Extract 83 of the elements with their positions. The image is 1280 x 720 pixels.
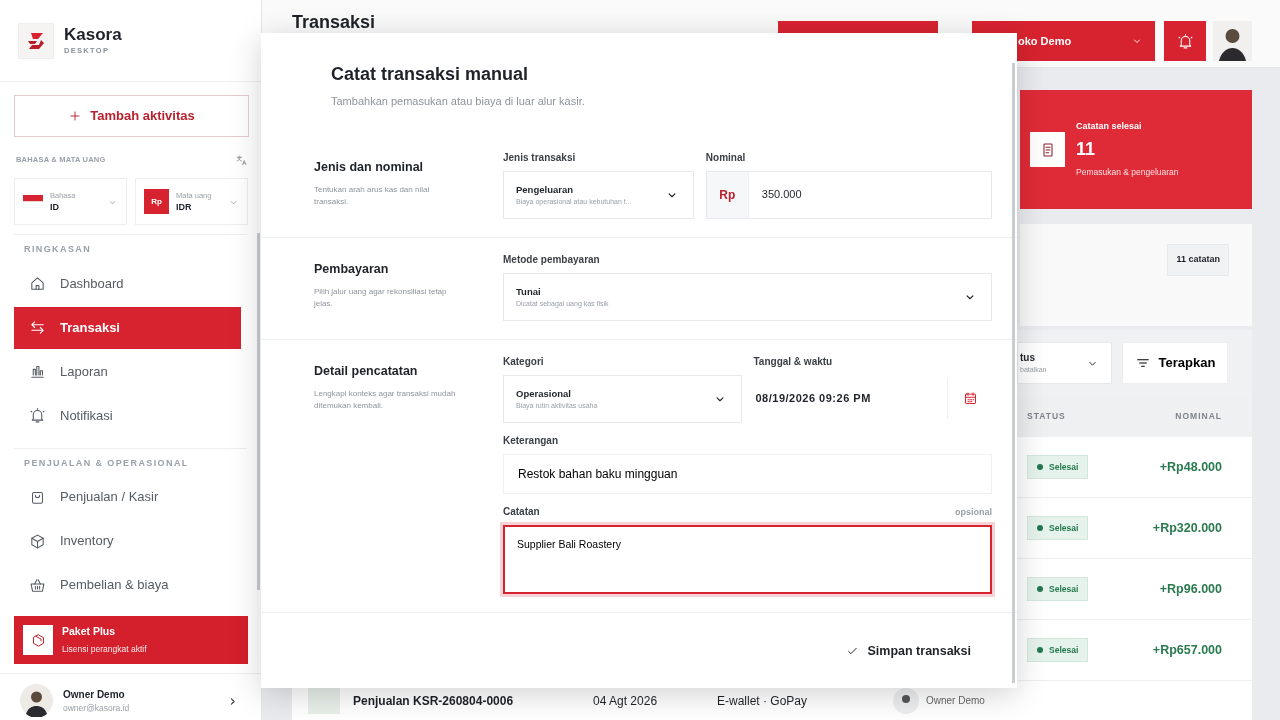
- translate-icon: [235, 154, 248, 168]
- bell-icon: [1176, 32, 1194, 50]
- field-label: Kategori: [503, 355, 544, 368]
- row-icon: [308, 687, 340, 714]
- status-badge: Selesai: [1027, 576, 1089, 602]
- date-cell-text: 04 Agt 2026: [593, 692, 659, 710]
- status-badge: Selesai: [1027, 454, 1089, 480]
- plan-subtitle: Lisensi perangkat aktif: [62, 643, 147, 656]
- plus-icon: [68, 109, 83, 123]
- basket-icon: [29, 576, 46, 594]
- field-label: Nominal: [705, 151, 746, 164]
- user-email: owner@kasora.id: [63, 701, 131, 715]
- dialog-subtitle: Tambahkan pemasukan atau biaya di luar alur kasir.: [331, 94, 586, 109]
- brand-name: Kasora: [64, 24, 122, 45]
- section-description: Pilih jalur uang agar rekonsiliasi tetap jelas.: [314, 286, 448, 311]
- apply-filter-button[interactable]: Terapkan: [1122, 342, 1228, 384]
- nav-item[interactable]: Penjualan / Kasir: [14, 476, 241, 518]
- record-count: 11 catatan: [1167, 244, 1229, 276]
- card-caption: Pemasukan & pengeluaran: [1076, 166, 1179, 180]
- swap-arrows-icon: [29, 319, 46, 336]
- user-avatar: [20, 684, 53, 717]
- home-icon: [29, 275, 46, 292]
- field-label: Tanggal & waktu: [753, 355, 833, 368]
- status-badge: Selesai: [1027, 515, 1089, 541]
- save-button[interactable]: Simpan transaksi: [840, 641, 977, 662]
- column-header: NOMINAL: [1174, 409, 1222, 423]
- amount-cell-text: +Rp48.000: [1158, 458, 1222, 476]
- nav-item[interactable]: Inventory: [14, 520, 241, 562]
- card-title: Catatan selesai: [1076, 119, 1143, 133]
- transaction-title: Penjualan KSR-260804-0006: [353, 692, 515, 710]
- add-activity-button[interactable]: Tambah aktivitas: [14, 95, 249, 137]
- bar-chart-icon: [29, 363, 46, 380]
- bell-icon: [29, 407, 46, 424]
- nav-item[interactable]: Notifikasi: [14, 394, 241, 437]
- section-description: Lengkapi konteks agar transaksi mudah ditemukan kembali.: [314, 388, 457, 413]
- owner-cell-text: Owner Demo: [926, 694, 985, 708]
- field-label: Jenis transaksi: [503, 151, 576, 164]
- logo-icon: [18, 22, 54, 59]
- amount-cell-text: +Rp96.000: [1158, 580, 1222, 598]
- amount-cell-text: +Rp320.000: [1151, 519, 1222, 537]
- select-value: ID: [50, 200, 60, 213]
- optional-label: opsional: [955, 505, 992, 518]
- note-field[interactable]: Supplier Bali Roastery: [503, 524, 992, 594]
- dialog-title: Catat transaksi manual: [331, 63, 530, 85]
- amount-field[interactable]: Rp 350.000: [705, 170, 992, 219]
- datetime-field[interactable]: 08/19/2026 09:26 PM: [753, 389, 947, 408]
- currency-prefix: Rp: [706, 171, 749, 218]
- column-header: STATUS: [1027, 409, 1067, 423]
- field-label: Catatan: [503, 505, 540, 518]
- section-label: PENJUALAN & OPERASIONAL: [23, 456, 190, 470]
- card-value: 11: [1076, 138, 1097, 162]
- field-value: 350.000: [760, 187, 802, 203]
- page-title: Transaksi: [292, 12, 376, 32]
- nav-item[interactable]: Laporan: [14, 350, 241, 393]
- flag-icon: [23, 195, 43, 208]
- user-name: Owner Demo: [63, 687, 126, 702]
- select-value: Tunai: [516, 284, 542, 298]
- field-label: Keterangan: [503, 434, 558, 447]
- select-value: Pengeluaran: [516, 182, 575, 196]
- select-value: tus: [1020, 351, 1036, 366]
- profile-avatar[interactable]: [1213, 21, 1252, 61]
- nav-item[interactable]: Pembelian & biaya: [14, 564, 241, 606]
- status-badge: Selesai: [1027, 637, 1089, 663]
- section-title: Jenis dan nominal: [314, 158, 425, 176]
- select-value: IDR: [176, 200, 193, 213]
- plan-title: Paket Plus: [62, 624, 117, 640]
- section-label: RINGKASAN: [23, 243, 93, 256]
- select-value: Operasional: [516, 386, 572, 400]
- notification-button[interactable]: [1164, 21, 1206, 61]
- currency-badge: Rp: [144, 189, 169, 214]
- nav-item[interactable]: Dashboard: [14, 262, 241, 305]
- nav-item[interactable]: Transaksi: [14, 306, 241, 349]
- section-title: Detail pencatatan: [314, 362, 419, 380]
- text-field[interactable]: Restok bahan baku mingguan: [503, 453, 992, 494]
- amount-cell-text: +Rp657.000: [1151, 641, 1222, 659]
- owner-avatar: [893, 687, 919, 714]
- section-title: Pembayaran: [314, 260, 390, 278]
- field-label: Metode pembayaran: [503, 253, 600, 266]
- box-icon: [29, 532, 46, 550]
- method-cell-text: E-wallet · GoPay: [717, 692, 809, 710]
- section-description: Tentukan arah arus kas dan nilai transaksi.: [314, 184, 431, 209]
- calendar-icon: [962, 391, 978, 406]
- package-icon: [30, 632, 46, 648]
